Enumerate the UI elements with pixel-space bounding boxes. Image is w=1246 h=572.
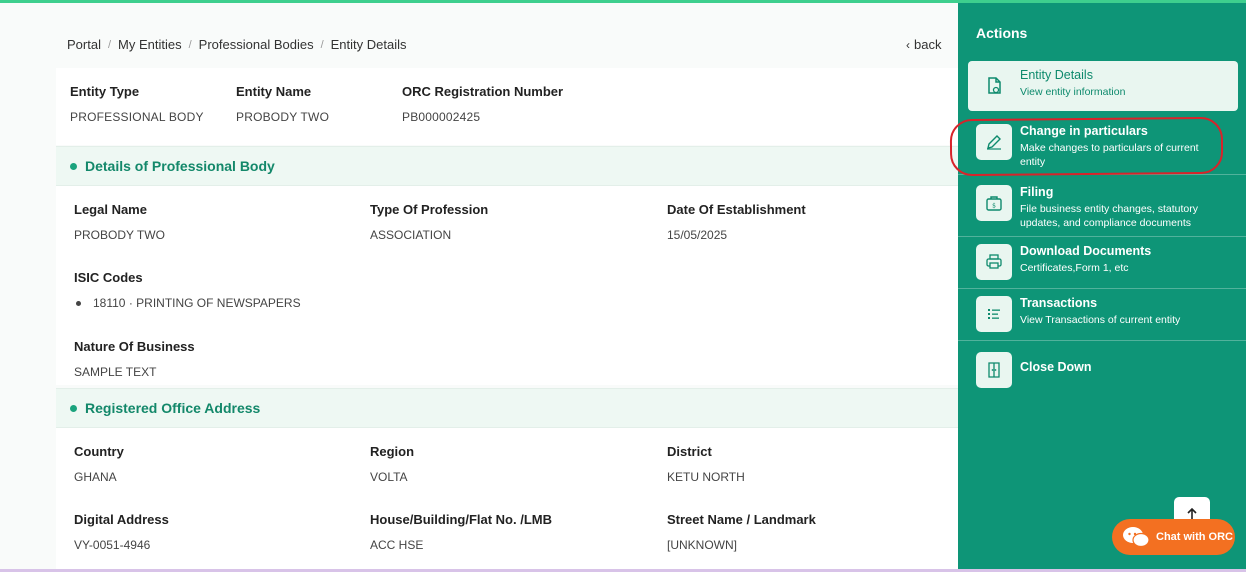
chevron-left-icon: ‹ [906,37,910,52]
address-card: Country GHANA Region VOLTA District KETU… [56,428,958,569]
action-download-documents[interactable]: Download Documents Certificates,Form 1, … [958,237,1246,289]
street-label: Street Name / Landmark [667,512,816,527]
action-close-down[interactable]: Close Down [958,341,1246,391]
breadcrumb-my-entities[interactable]: My Entities [118,37,182,52]
address-section-title: Registered Office Address [85,400,261,416]
region-field: Region VOLTA [370,444,414,484]
establishment-date-value: 15/05/2025 [667,228,728,242]
section-dot-icon [70,162,77,170]
breadcrumb-separator: / [188,38,192,51]
breadcrumb-current: Entity Details [330,37,407,52]
district-value: KETU NORTH [667,470,745,484]
isic-codes-label: ISIC Codes [74,270,143,285]
registration-number-value: PB000002425 [402,110,481,124]
digital-address-value: VY-0051-4946 [74,538,151,552]
digital-address-label: Digital Address [74,512,169,527]
action-transactions[interactable]: Transactions View Transactions of curren… [958,289,1246,341]
profession-type-value: ASSOCIATION [370,228,452,242]
action-change-desc: Make changes to particulars of current e… [1020,142,1199,168]
entity-name-label: Entity Name [236,84,312,99]
address-section-header: Registered Office Address [56,388,958,428]
street-value: [UNKNOWN] [667,538,737,552]
list-icon [976,296,1012,332]
district-label: District [667,444,712,459]
house-field: House/Building/Flat No. /LMB ACC HSE [370,512,552,552]
entity-name: Entity Name PROBODY TWO [236,84,329,124]
chat-button-label: Chat with ORC [1156,531,1233,543]
nature-of-business-value: SAMPLE TEXT [74,365,157,379]
breadcrumb: Portal / My Entities / Professional Bodi… [67,37,407,52]
establishment-date-label: Date Of Establishment [667,202,806,217]
legal-name-value: PROBODY TWO [74,228,165,242]
country-label: Country [74,444,124,459]
registration-number-label: ORC Registration Number [402,84,564,99]
entity-type-value: PROFESSIONAL BODY [70,110,204,124]
printer-icon [976,244,1012,280]
briefcase-icon: $ [976,185,1012,221]
isic-code-text: 18110 · PRINTING OF NEWSPAPERS [93,296,301,310]
action-entity-details-title: Entity Details [1020,68,1093,82]
action-entity-details[interactable]: Entity Details View entity information [968,61,1238,111]
action-entity-details-desc: View entity information [1020,86,1126,98]
legal-name-label: Legal Name [74,202,147,217]
entity-summary-card: Entity Type PROFESSIONAL BODY Entity Nam… [56,68,958,145]
details-section-title: Details of Professional Body [85,158,275,174]
street-field: Street Name / Landmark [UNKNOWN] [667,512,816,552]
breadcrumb-portal[interactable]: Portal [67,37,101,52]
establishment-date-field: Date Of Establishment 15/05/2025 [667,202,806,242]
back-link[interactable]: ‹ back [906,37,941,52]
details-section-header: Details of Professional Body [56,146,958,186]
action-filing-desc: File business entity changes, statutory … [1020,203,1199,229]
entity-name-value: PROBODY TWO [236,110,330,124]
nature-of-business-field: Nature Of Business SAMPLE TEXT [74,339,195,379]
isic-codes-field: ISIC Codes 18110 · PRINTING OF NEWSPAPER… [74,270,301,310]
country-field: Country GHANA [74,444,124,484]
entity-type: Entity Type PROFESSIONAL BODY [70,84,204,124]
file-eye-icon [976,68,1012,104]
breadcrumb-separator: / [320,38,324,51]
house-value: ACC HSE [370,538,424,552]
details-card: Legal Name PROBODY TWO Type Of Professio… [56,186,958,385]
region-label: Region [370,444,415,459]
nature-of-business-label: Nature Of Business [74,339,195,354]
digital-address-field: Digital Address VY-0051-4946 [74,512,169,552]
region-value: VOLTA [370,470,408,484]
back-label: back [914,37,942,52]
chat-button[interactable]: Chat with ORC [1112,519,1235,555]
breadcrumb-professional-bodies[interactable]: Professional Bodies [199,37,314,52]
breadcrumb-separator: / [107,38,112,51]
bullet-icon [76,300,81,306]
action-close-down-title: Close Down [1020,359,1092,374]
entity-type-label: Entity Type [70,84,140,99]
section-dot-icon [70,404,77,412]
actions-title: Actions [976,25,1028,41]
profession-type-label: Type Of Profession [370,202,489,217]
svg-text:$: $ [992,203,996,210]
isic-code-item: 18110 · PRINTING OF NEWSPAPERS [74,296,301,310]
country-value: GHANA [74,470,117,484]
door-icon [976,351,1012,388]
pencil-icon [976,124,1012,160]
action-change-title: Change in particulars [1020,124,1148,138]
action-download-title: Download Documents [1020,244,1152,258]
action-download-desc: Certificates,Form 1, etc [1020,262,1129,274]
action-filing[interactable]: $ Filing File business entity changes, s… [958,176,1246,237]
chat-bubbles-icon [1122,525,1150,549]
action-filing-title: Filing [1020,185,1054,199]
actions-panel: Actions Entity Details View entity infor… [958,3,1246,569]
house-label: House/Building/Flat No. /LMB [370,512,552,527]
profession-type-field: Type Of Profession ASSOCIATION [370,202,488,242]
registration-number: ORC Registration Number PB000002425 [402,84,563,124]
district-field: District KETU NORTH [667,444,745,484]
action-transactions-title: Transactions [1020,296,1098,310]
legal-name-field: Legal Name PROBODY TWO [74,202,165,242]
action-transactions-desc: View Transactions of current entity [1020,314,1181,326]
action-change-in-particulars[interactable]: Change in particulars Make changes to pa… [958,115,1246,175]
